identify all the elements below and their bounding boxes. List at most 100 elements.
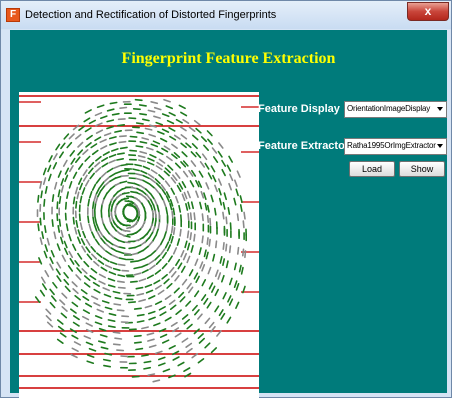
ridge-orientation-segment [148,316,156,321]
ridge-orientation-segment [168,111,176,117]
ridge-orientation-segment [161,262,168,270]
ridge-orientation-segment [37,223,40,232]
ridge-orientation-segment [206,215,210,223]
ridge-orientation-segment [112,243,120,248]
window-title: Detection and Rectification of Distorted… [25,9,277,21]
ridge-orientation-segment [154,254,161,261]
ridge-orientation-segment [148,133,156,138]
ridge-orientation-segment [168,233,172,242]
ridge-orientation-segment [178,104,186,110]
ridge-orientation-segment [86,253,93,261]
ridge-orientation-segment [79,222,83,231]
ridge-orientation-segment [142,179,150,185]
ridge-orientation-segment [167,164,174,171]
ridge-orientation-segment [70,353,78,359]
ridge-orientation-segment [103,132,112,137]
ridge-orientation-segment [126,225,134,230]
ridge-orientation-segment [128,177,137,180]
ridge-orientation-segment [173,287,180,294]
ridge-orientation-segment [103,293,112,298]
ridge-orientation-segment [210,194,214,203]
ridge-orientation-segment [41,231,45,239]
ridge-orientation-segment [94,315,103,319]
ridge-orientation-segment [197,313,203,320]
ridge-orientation-segment [212,174,217,183]
ridge-orientation-segment [126,233,135,236]
ridge-orientation-segment [78,182,84,191]
feature-display-label: Feature Display [258,103,340,115]
ridge-orientation-segment [104,306,113,310]
feature-display-select[interactable]: OrientationImageDisplay [344,101,447,118]
ridge-orientation-segment [203,144,209,152]
ridge-orientation-segment [56,275,62,282]
ridge-orientation-segment [210,347,217,354]
ridge-orientation-segment [75,220,79,228]
ridge-orientation-segment [89,172,95,180]
ridge-orientation-segment [64,201,68,210]
ridge-orientation-segment [66,191,70,199]
ridge-orientation-segment [96,308,104,313]
ridge-orientation-segment [179,296,186,303]
show-button[interactable]: Show [399,161,445,177]
ridge-orientation-segment [108,153,117,158]
chevron-down-icon[interactable] [437,107,443,111]
ridge-orientation-segment [149,250,157,257]
ridge-orientation-segment [225,216,228,225]
ridge-orientation-segment [204,202,208,211]
ridge-orientation-segment [119,146,128,150]
chevron-down-icon[interactable] [437,144,443,148]
ridge-orientation-segment [61,292,68,299]
ridge-orientation-segment [149,178,157,184]
close-button[interactable]: x [407,2,449,21]
ridge-orientation-segment [56,243,61,251]
load-button[interactable]: Load [349,161,395,177]
ridge-orientation-segment [57,225,61,233]
title-bar[interactable]: F Detection and Rectification of Distort… [1,1,451,29]
ridge-orientation-segment [197,333,204,339]
ridge-orientation-segment [138,159,146,163]
ridge-orientation-segment [133,341,142,344]
ridge-orientation-segment [155,244,161,252]
ridge-orientation-segment [185,203,189,211]
ridge-orientation-segment [49,301,56,309]
ridge-orientation-segment [186,190,191,199]
ridge-orientation-segment [100,237,106,244]
ridge-orientation-segment [57,325,65,332]
ridge-orientation-segment [95,196,99,204]
ridge-orientation-segment [165,206,169,215]
ridge-orientation-segment [53,181,58,190]
ridge-orientation-segment [190,245,194,253]
ridge-orientation-segment [45,315,52,322]
ridge-orientation-segment [195,275,200,283]
ridge-orientation-segment [76,236,82,244]
ridge-orientation-segment [238,264,242,273]
ridge-orientation-segment [84,179,90,187]
ridge-orientation-segment [109,261,118,265]
ridge-orientation-segment [52,281,58,289]
ridge-orientation-segment [186,282,192,290]
ridge-orientation-segment [71,347,79,353]
ridge-orientation-segment [234,179,238,187]
ridge-orientation-segment [115,170,123,174]
ridge-orientation-segment [180,134,188,140]
ridge-orientation-segment [218,309,224,317]
ridge-orientation-segment [106,239,114,246]
ridge-orientation-segment [195,151,202,159]
ridge-orientation-segment [113,164,121,169]
ridge-orientation-segment [233,262,237,271]
feature-extractor-select[interactable]: Ratha1995OrImgExtractor [344,138,447,155]
ridge-orientation-segment [100,115,108,120]
ridge-orientation-segment [104,180,111,187]
ridge-orientation-segment [94,321,103,326]
ridge-orientation-segment [147,310,156,315]
ridge-orientation-segment [225,243,228,252]
ridge-orientation-segment [59,236,64,245]
ridge-orientation-segment [166,155,173,162]
ridge-orientation-segment [72,216,75,225]
ridge-orientation-segment [71,334,79,340]
ridge-orientation-segment [139,140,148,144]
ridge-orientation-segment [141,269,149,274]
ridge-orientation-segment [222,258,226,266]
ridge-orientation-segment [152,140,161,145]
ridge-orientation-segment [118,140,127,144]
